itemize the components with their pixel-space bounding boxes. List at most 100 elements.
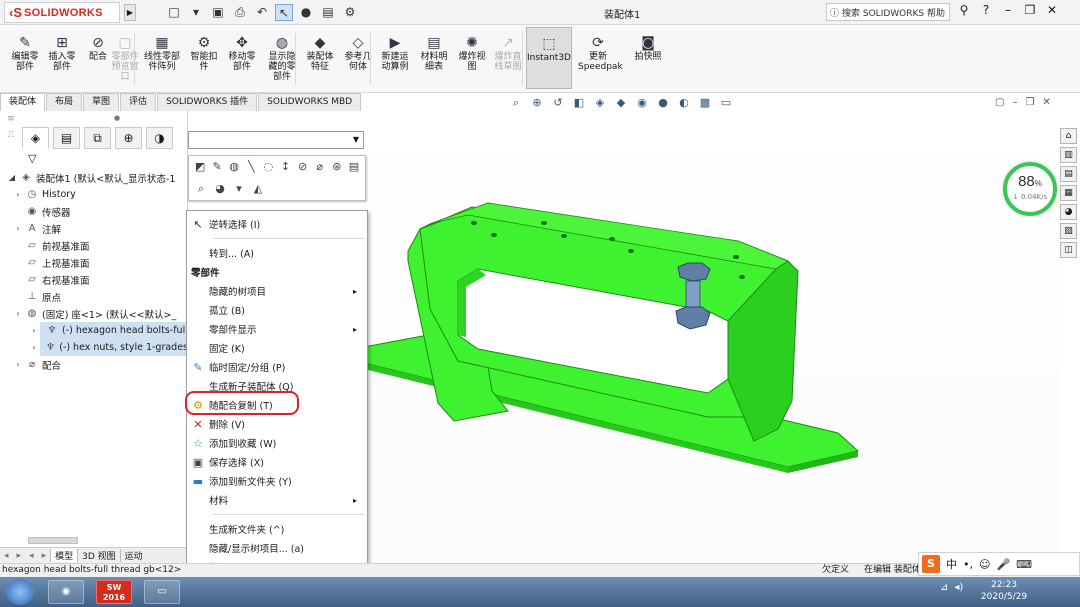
solidworks-logo[interactable]: ‹S SOLIDWORKS	[4, 2, 120, 23]
tab-3[interactable]: 评估	[120, 93, 157, 111]
tree-expander-icon[interactable]: ›	[28, 326, 40, 335]
start-button-icon[interactable]	[6, 579, 34, 605]
tree-horizontal-scrollbar[interactable]	[28, 537, 78, 544]
minimize-icon[interactable]: –	[1000, 3, 1016, 17]
menu-item[interactable]: ☆ 添加到收藏 (W)	[187, 434, 367, 452]
tree-item[interactable]: › ⌀ 配合	[0, 356, 188, 373]
dynamic-annotation-icon[interactable]: ◈	[592, 96, 608, 110]
options-gear-icon[interactable]: ⚙	[341, 4, 359, 21]
menu-item[interactable]: 隐藏/显示树项目... (a)	[187, 539, 367, 557]
scroll-right-icon[interactable]: ▸	[38, 551, 51, 561]
tree-filter-icon[interactable]: ▽	[28, 152, 36, 165]
previous-view-icon[interactable]: ↺	[550, 96, 566, 110]
tree-expander-icon[interactable]: ◢	[6, 173, 18, 182]
menu-item[interactable]: ↖ 逆转选择 (I)	[187, 215, 367, 233]
scene-icon[interactable]: ▩	[697, 96, 713, 110]
ribbon-button-linear-pattern[interactable]: ▦ 线性零部 件阵列	[142, 35, 182, 72]
appearance-ctx-icon[interactable]: ◍	[227, 159, 241, 175]
scroll-left-icon[interactable]: ◂	[25, 551, 38, 561]
color-ctx-icon[interactable]: ◕	[212, 181, 228, 197]
ime-emoji-icon[interactable]: ☺	[979, 558, 990, 571]
menu-item[interactable]: ✎ 临时固定/分组 (P)	[187, 358, 367, 376]
ribbon-button-insert-component[interactable]: ⊞ 插入零 部件	[42, 35, 82, 72]
home-task-icon[interactable]: ⌂	[1060, 128, 1077, 144]
tree-item[interactable]: ◉ 传感器	[0, 203, 188, 220]
smart-mate-ctx-icon[interactable]: ⊛	[330, 159, 344, 175]
help-search-input[interactable]: ⓘ 搜索 SOLIDWORKS 帮助	[826, 3, 950, 21]
transparency-ctx-icon[interactable]: ◌	[261, 159, 275, 175]
view-orientation-icon[interactable]: ◆	[613, 96, 629, 110]
tree-item[interactable]: › ♆ (-) hex nuts, style 1-grades	[32, 339, 188, 356]
zoom-area-icon[interactable]: ⊕	[529, 96, 545, 110]
ime-voice-icon[interactable]: 🎤	[996, 558, 1010, 571]
tab-4[interactable]: SOLIDWORKS 插件	[157, 93, 258, 111]
doc-maximize-icon[interactable]: ❐	[1025, 97, 1034, 108]
tree-item[interactable]: ▱ 上视基准面	[0, 254, 188, 271]
open-part-icon[interactable]: ◩	[193, 159, 207, 175]
ribbon-button-exploded-view[interactable]: ✺ 爆炸视 图	[452, 35, 492, 72]
save-icon[interactable]: ▣	[209, 4, 227, 21]
taskbar-explorer-icon[interactable]: ▭	[144, 580, 180, 604]
file-explorer-icon[interactable]: ▤	[1060, 166, 1077, 182]
rebuild-icon[interactable]: ●	[297, 4, 315, 21]
graph-icon[interactable]: ⎍	[0, 127, 22, 143]
menu-item[interactable]: 孤立 (B)	[187, 301, 367, 319]
tree-item[interactable]: › ◷ History	[0, 186, 188, 203]
taskbar-browser-icon[interactable]: ◉	[48, 580, 84, 604]
file-properties-icon[interactable]: ▤	[319, 4, 337, 21]
edit-appearance-icon[interactable]: ◐	[676, 96, 692, 110]
bottom-tab-2[interactable]: 运动	[119, 549, 147, 562]
scroll-left-icon[interactable]: ◂	[0, 551, 13, 561]
propertymanager-tab-icon[interactable]: ▤	[53, 127, 80, 149]
display-style-icon[interactable]: ◉	[634, 96, 650, 110]
zoom-selection-ctx-icon[interactable]: ⌕	[193, 181, 209, 197]
tree-expander-icon[interactable]: ›	[12, 309, 24, 318]
hide-show-items-icon[interactable]: ●	[655, 96, 671, 110]
tab-2[interactable]: 草图	[83, 93, 120, 111]
edit-part-ctx-icon[interactable]: ✎	[210, 159, 224, 175]
menu-item[interactable]: ▬ 添加到新文件夹 (Y)	[187, 472, 367, 490]
doc-restore-icon[interactable]: ▢	[995, 97, 1004, 108]
doc-close-icon[interactable]: ✕	[1042, 97, 1050, 108]
menu-expand-button[interactable]: ▶	[124, 4, 136, 21]
undo-icon[interactable]: ↶	[253, 4, 271, 21]
taskbar-clock[interactable]: 22:23 2020/5/29	[978, 579, 1030, 603]
menu-item[interactable]: ✕ 删除 (V)	[187, 415, 367, 433]
view-palette-icon[interactable]: ▦	[1060, 185, 1077, 201]
custom-properties-icon[interactable]: ▧	[1060, 223, 1077, 239]
menu-item[interactable]: ▣ 保存选择 (X)	[187, 453, 367, 471]
pin-icon[interactable]: ≡	[0, 111, 22, 127]
select-pointer-icon[interactable]: ↖	[275, 4, 293, 21]
tree-expander-icon[interactable]: ›	[12, 224, 24, 233]
tree-item[interactable]: › ♆ (-) hexagon head bolts-full	[32, 322, 188, 339]
tray-volume-icon[interactable]: ◂)	[954, 582, 963, 593]
ribbon-button-move-component[interactable]: ✥ 移动零 部件	[222, 35, 262, 72]
tray-network-icon[interactable]: ⊿	[940, 582, 948, 593]
menu-item[interactable]: 固定 (K)	[187, 339, 367, 357]
ribbon-button-component-preview[interactable]: ▢ 零部件 预览窗 口	[105, 35, 145, 82]
tree-expander-icon[interactable]: ›	[12, 190, 24, 199]
configurationmanager-tab-icon[interactable]: ⧉	[84, 127, 111, 149]
graphics-area[interactable]	[363, 111, 1060, 563]
tree-expander-icon[interactable]: ›	[28, 343, 40, 352]
bracket-model-view[interactable]	[363, 111, 1060, 563]
hide-ctx-icon[interactable]: ╲	[244, 159, 258, 175]
table-ctx-icon[interactable]: ▤	[347, 159, 361, 175]
panel-splitter[interactable]: ●	[22, 114, 212, 122]
tree-item[interactable]: › ◍ (固定) 座<1> (默认<<默认>_	[0, 305, 188, 322]
tree-item[interactable]: ◢ ◈ 装配体1 (默认<默认_显示状态-1	[0, 169, 188, 186]
menu-item[interactable]: 材料 ▸	[187, 491, 367, 509]
tree-item[interactable]: ▱ 右视基准面	[0, 271, 188, 288]
ribbon-button-reference-geometry[interactable]: ◇ 参考几 何体	[338, 35, 378, 72]
displaymanager-tab-icon[interactable]: ◑	[146, 127, 173, 149]
tree-item[interactable]: › A 注解	[0, 220, 188, 237]
component-ctx-icon[interactable]: ◭	[250, 181, 266, 197]
mate-ctx-icon[interactable]: ⊘	[296, 159, 310, 175]
tree-expander-icon[interactable]: ›	[12, 360, 24, 369]
menu-item[interactable]: 隐藏的树项目 ▸	[187, 282, 367, 300]
section-view-icon[interactable]: ◧	[571, 96, 587, 110]
ribbon-button-bom[interactable]: ▤ 材料明 细表	[414, 35, 454, 72]
ribbon-button-show-hidden[interactable]: ◍ 显示隐 藏的零 部件	[262, 35, 302, 82]
ribbon-button-smart-fastener[interactable]: ⚙ 智能扣 件	[184, 35, 224, 72]
close-icon[interactable]: ✕	[1044, 3, 1060, 17]
